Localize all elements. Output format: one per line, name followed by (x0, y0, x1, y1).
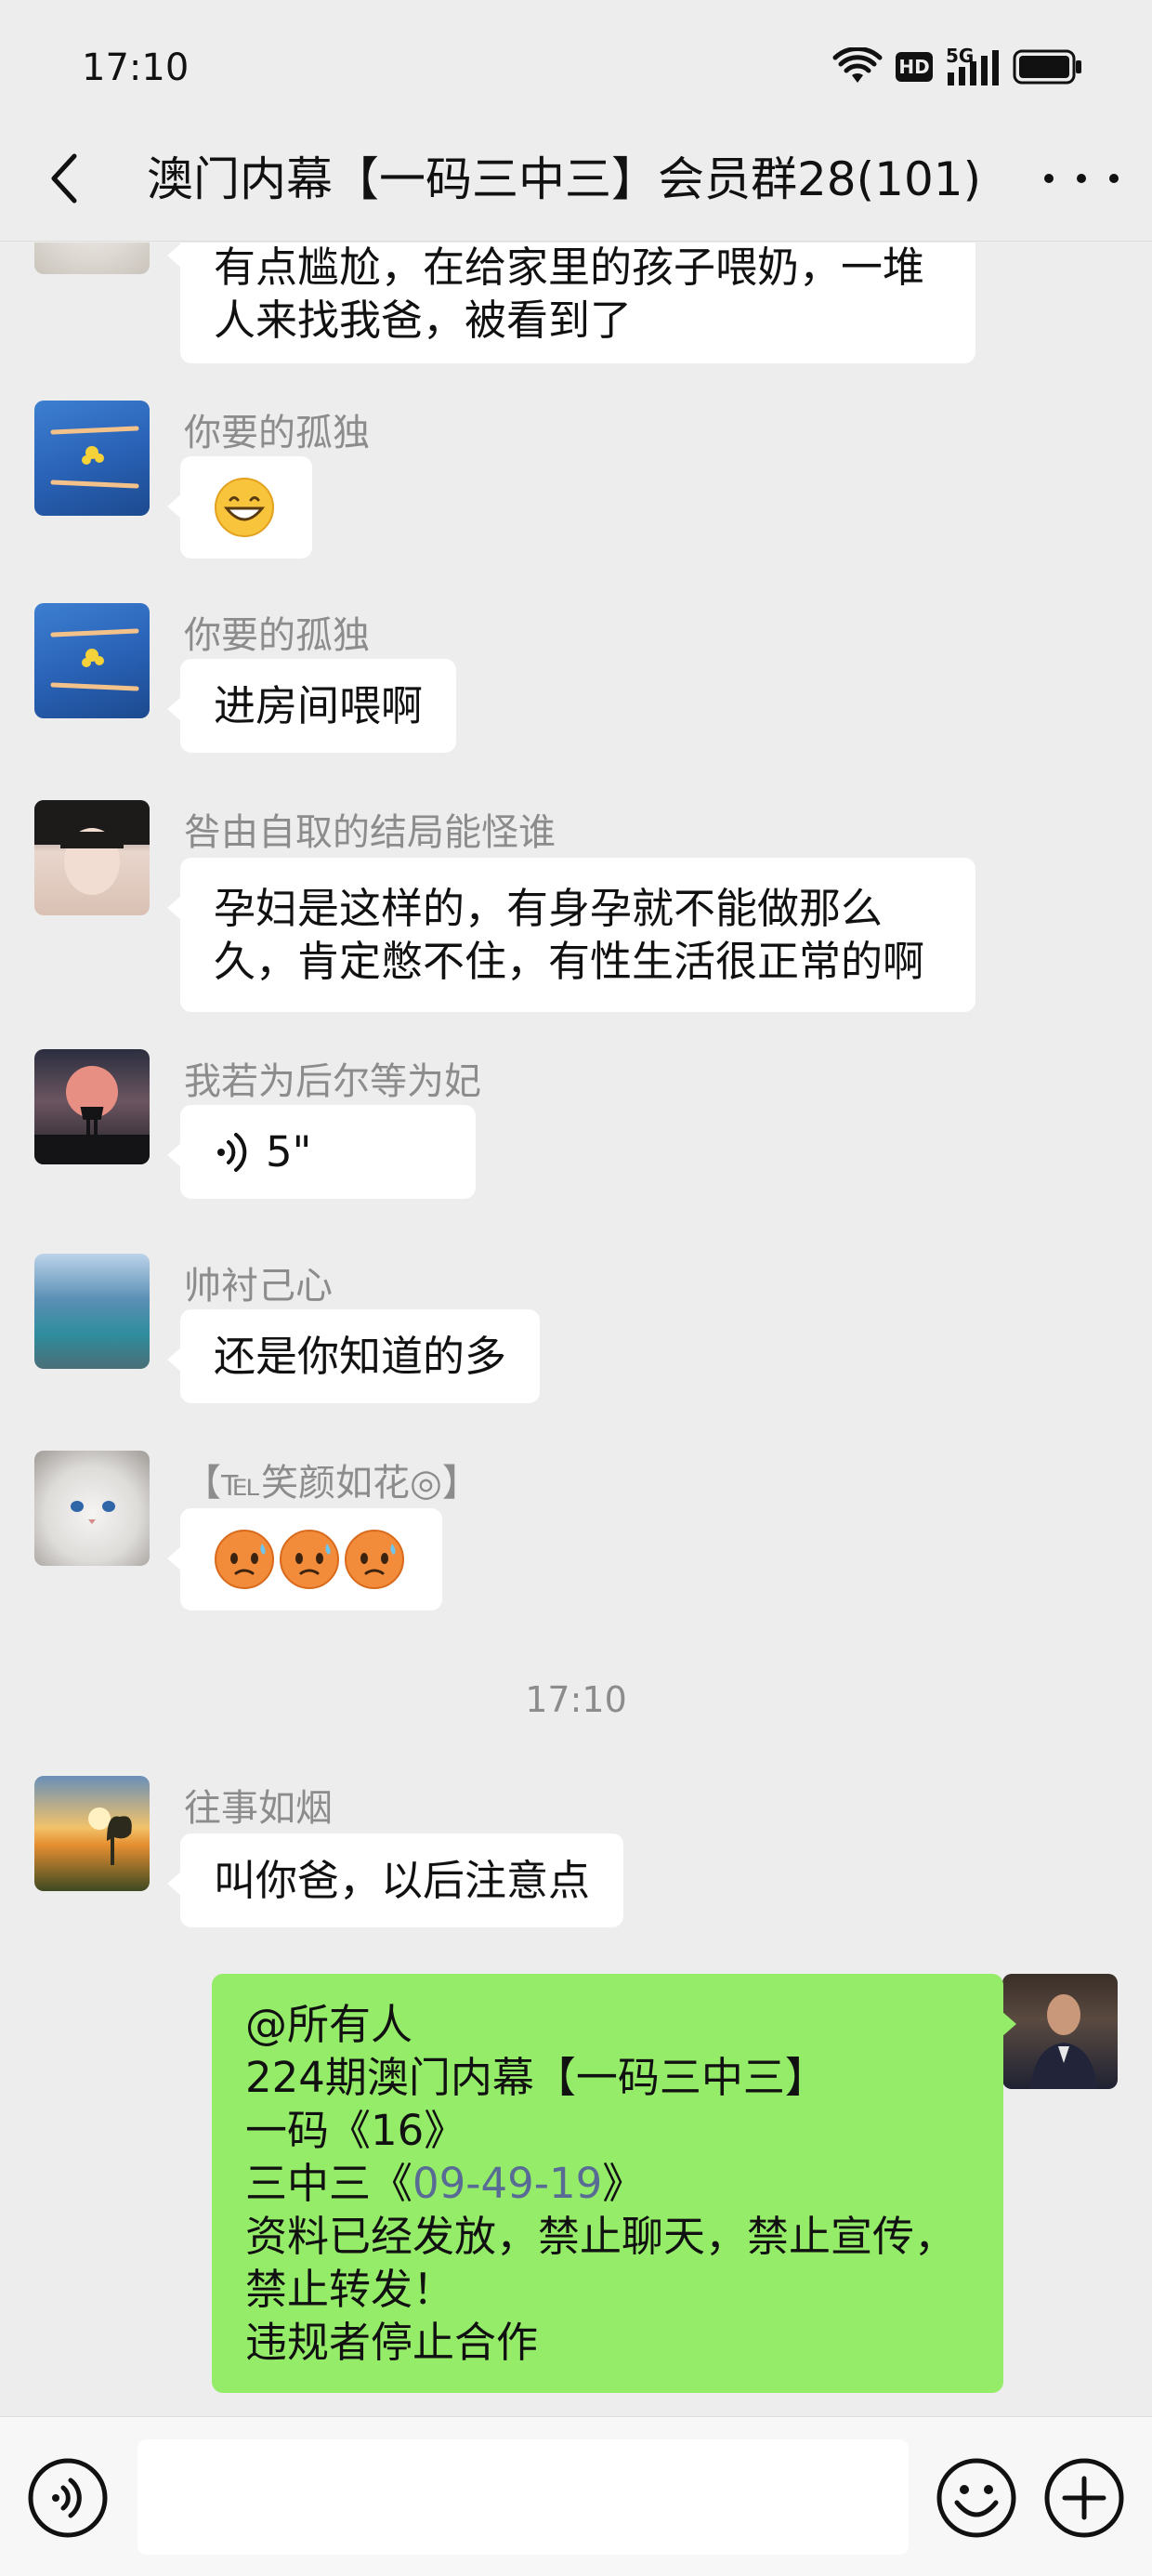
sender-name: 帅衬己心 (184, 1265, 333, 1308)
chat-title: 澳门内幕【一码三中三】会员群28(101) (147, 152, 982, 206)
message-text: 孕妇是这样的，有身孕就不能做那么 (214, 884, 884, 933)
grinning-face-icon (215, 478, 274, 537)
message-text: 三中三《09-49-19》 (245, 2157, 970, 2210)
voice-icon[interactable] (26, 2456, 110, 2540)
message-bubble[interactable] (167, 1508, 442, 1610)
status-bar: 17:10 HD 5G (0, 0, 1152, 112)
avatar[interactable] (34, 401, 150, 516)
text-segment: 》 (602, 2159, 645, 2208)
sender-name: 往事如烟 (184, 1787, 333, 1830)
sender-name: 你要的孤独 (184, 614, 370, 657)
avatar[interactable] (34, 603, 150, 718)
message-text: 禁止转发！ (245, 2265, 455, 2314)
message-bubble[interactable]: 进房间喂啊 (166, 659, 457, 753)
my-message-bubble[interactable]: @所有人 224期澳门内幕【一码三中三】 一码《16》 三中三《09-49-19… (212, 1974, 1016, 2393)
emoji-row (214, 1529, 409, 1590)
message-text: 叫你爸，以后注意点 (214, 1856, 591, 1905)
my-avatar[interactable] (1002, 1974, 1118, 2089)
message-bubble[interactable]: 叫你爸，以后注意点 (166, 1833, 624, 1927)
message-text: 进房间喂啊 (214, 681, 424, 730)
sender-name: 咎由自取的结局能怪谁 (184, 811, 556, 854)
emoji-icon[interactable] (935, 2456, 1018, 2540)
avatar[interactable] (34, 1049, 150, 1164)
message-text: 224期澳门内幕【一码三中三】 (245, 2053, 827, 2102)
back-icon[interactable] (33, 145, 93, 212)
voice-message-bubble[interactable]: 5" (167, 1105, 476, 1199)
message-bubble[interactable] (167, 456, 312, 559)
message-text: 资料已经发放，禁止聊天，禁止宣传， (245, 2212, 957, 2261)
avatar[interactable] (34, 800, 150, 915)
battery-icon (1013, 49, 1081, 85)
avatar[interactable] (34, 243, 150, 274)
message-input[interactable] (137, 2439, 909, 2555)
message-bubble[interactable]: 孕妇是这样的，有身孕就不能做那么 久，肯定憋不住，有性生活很正常的啊 (167, 858, 975, 1012)
anxious-face-icon (345, 1530, 404, 1589)
avatar[interactable] (34, 1254, 150, 1369)
wifi-icon (832, 47, 883, 83)
message-text: 一码《16》 (245, 2106, 466, 2155)
voice-wave-icon (217, 1132, 247, 1172)
sender-name: 你要的孤独 (184, 412, 370, 454)
avatar[interactable] (34, 1776, 150, 1891)
chat-messages[interactable]: 有点尴尬，在给家里的孩子喂奶，一堆 人来找我爸，被看到了 你要的孤独 你要的孤独… (0, 243, 1152, 2417)
avatar[interactable] (34, 1451, 150, 1566)
status-time: 17:10 (82, 46, 190, 89)
nav-bar: 澳门内幕【一码三中三】会员群28(101) (0, 112, 1152, 242)
message-text: @所有人 (245, 2000, 413, 2049)
text-segment: 三中三《 (245, 2159, 413, 2208)
message-text: 还是你知道的多 (214, 1332, 507, 1381)
message-text: 人来找我爸，被看到了 (214, 296, 633, 345)
sender-name: 我若为后尔等为妃 (184, 1060, 481, 1103)
message-text: 违规者停止合作 (245, 2318, 539, 2367)
hd-icon: HD (896, 52, 933, 82)
message-bubble[interactable]: 还是你知道的多 (166, 1309, 541, 1403)
message-text: 有点尴尬，在给家里的孩子喂奶，一堆 (214, 243, 925, 292)
number-link[interactable]: 09-49-19 (412, 2159, 602, 2208)
more-icon[interactable] (1044, 160, 1119, 197)
plus-icon[interactable] (1042, 2456, 1126, 2540)
sender-name: 【℡笑颜如花◎】 (184, 1462, 479, 1505)
anxious-face-icon (280, 1530, 339, 1589)
message-text: 久，肯定憋不住，有性生活很正常的啊 (214, 937, 925, 986)
input-bar (0, 2416, 1152, 2576)
message-bubble[interactable]: 有点尴尬，在给家里的孩子喂奶，一堆 人来找我爸，被看到了 (167, 243, 975, 363)
status-icons: HD 5G (832, 45, 1083, 89)
voice-duration: 5" (266, 1127, 312, 1176)
anxious-face-icon (215, 1530, 274, 1589)
signal-icon: 5G (946, 45, 1000, 85)
chat-timestamp: 17:10 (525, 1679, 627, 1720)
